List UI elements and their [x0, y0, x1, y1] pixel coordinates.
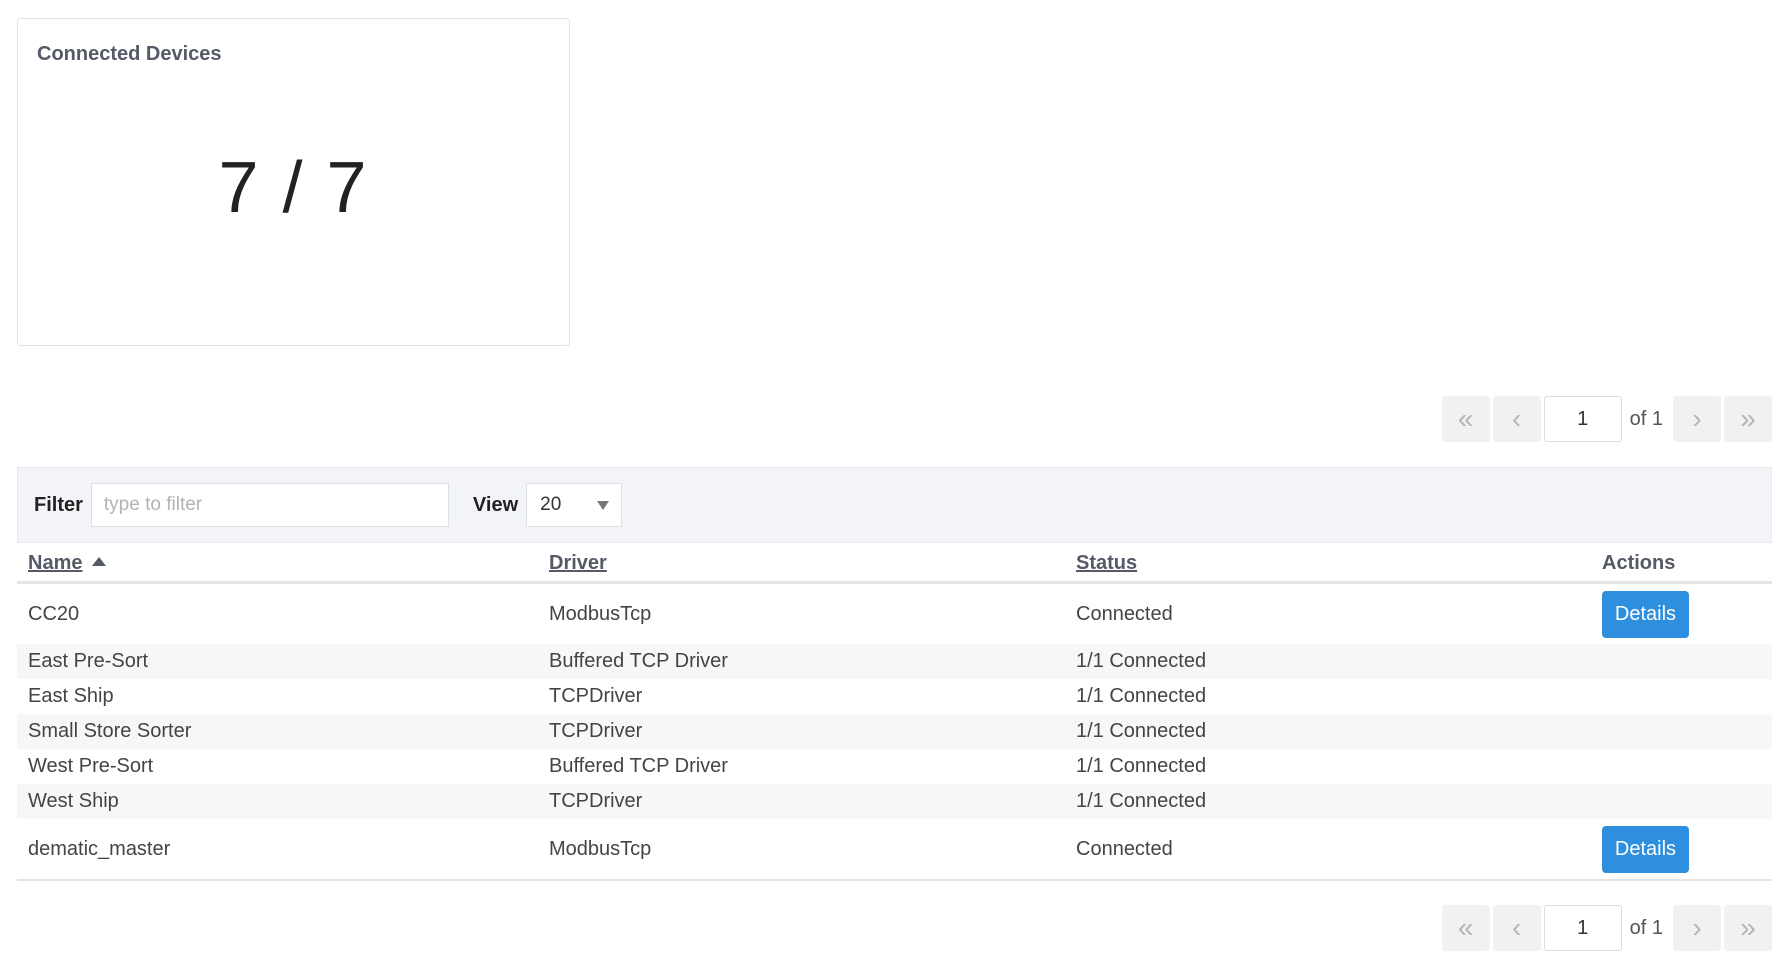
- next-page-button[interactable]: ›: [1673, 396, 1721, 442]
- table-row: West Pre-Sort Buffered TCP Driver 1/1 Co…: [17, 749, 1772, 784]
- table-row: Small Store Sorter TCPDriver 1/1 Connect…: [17, 714, 1772, 749]
- next-page-button[interactable]: ›: [1673, 905, 1721, 951]
- device-driver: Buffered TCP Driver: [549, 650, 728, 672]
- table-row: East Ship TCPDriver 1/1 Connected: [17, 679, 1772, 714]
- device-name: dematic_master: [28, 837, 171, 860]
- table-row: West Ship TCPDriver 1/1 Connected: [17, 784, 1772, 819]
- view-count-value: 20: [540, 494, 562, 515]
- first-page-button[interactable]: «: [1441, 905, 1490, 951]
- device-status: 1/1 Connected: [1076, 650, 1207, 672]
- prev-page-button[interactable]: ‹: [1492, 396, 1541, 442]
- device-driver: ModbusTcp: [549, 602, 652, 625]
- view-label: View: [472, 493, 519, 516]
- table-header: Name Driver Status Actions: [17, 545, 1772, 584]
- driver-column-header[interactable]: Driver: [549, 552, 607, 575]
- device-name: Small Store Sorter: [28, 720, 192, 742]
- devices-table: Name Driver Status Actions CC20 ModbusTc…: [17, 545, 1772, 881]
- filter-input[interactable]: [90, 483, 449, 527]
- device-name: West Pre-Sort: [28, 755, 154, 777]
- device-status: 1/1 Connected: [1076, 755, 1207, 777]
- device-name: West Ship: [28, 790, 119, 812]
- name-header-label: Name: [28, 551, 83, 574]
- table-row: East Pre-Sort Buffered TCP Driver 1/1 Co…: [17, 644, 1772, 679]
- page-count-label: of 1: [1629, 916, 1663, 939]
- sort-ascending-icon: [92, 556, 107, 566]
- name-column-header[interactable]: Name: [28, 551, 107, 575]
- status-column-header[interactable]: Status: [1076, 552, 1137, 575]
- page-number-input[interactable]: [1543, 396, 1622, 442]
- device-name: East Ship: [28, 685, 114, 707]
- device-driver: TCPDriver: [549, 720, 643, 742]
- page-number-input[interactable]: [1543, 905, 1622, 951]
- filter-bar: Filter View 20: [17, 467, 1772, 543]
- page-count-label: of 1: [1629, 407, 1663, 430]
- device-status: 1/1 Connected: [1076, 790, 1207, 812]
- view-count-select[interactable]: 20: [526, 483, 623, 527]
- caret-down-icon: [597, 500, 610, 510]
- device-name: CC20: [28, 602, 80, 625]
- device-driver: TCPDriver: [549, 790, 643, 812]
- connected-devices-count: 7 / 7: [218, 148, 369, 228]
- first-page-button[interactable]: «: [1441, 396, 1490, 442]
- device-name: East Pre-Sort: [28, 650, 149, 672]
- connected-devices-card: Connected Devices 7 / 7: [17, 18, 570, 346]
- device-driver: TCPDriver: [549, 685, 643, 707]
- last-page-button[interactable]: »: [1724, 905, 1772, 951]
- device-driver: ModbusTcp: [549, 837, 652, 860]
- device-status: Connected: [1076, 602, 1173, 625]
- prev-page-button[interactable]: ‹: [1492, 905, 1541, 951]
- device-status: 1/1 Connected: [1076, 685, 1207, 707]
- device-driver: Buffered TCP Driver: [549, 755, 728, 777]
- card-title: Connected Devices: [37, 43, 222, 65]
- table-row: dematic_master ModbusTcp Connected Detai…: [17, 819, 1772, 879]
- actions-column-header: Actions: [1602, 551, 1676, 574]
- table-body: CC20 ModbusTcp Connected Details East Pr…: [17, 584, 1772, 881]
- filter-label: Filter: [34, 493, 83, 516]
- last-page-button[interactable]: »: [1724, 396, 1772, 442]
- details-button[interactable]: Details: [1602, 826, 1689, 873]
- pagination-bottom: « ‹ of 1 › »: [1441, 904, 1772, 952]
- details-button[interactable]: Details: [1602, 591, 1689, 638]
- device-status: 1/1 Connected: [1076, 720, 1207, 742]
- pagination-top: « ‹ of 1 › »: [1441, 395, 1772, 443]
- device-status: Connected: [1076, 837, 1173, 860]
- table-row: CC20 ModbusTcp Connected Details: [17, 584, 1772, 644]
